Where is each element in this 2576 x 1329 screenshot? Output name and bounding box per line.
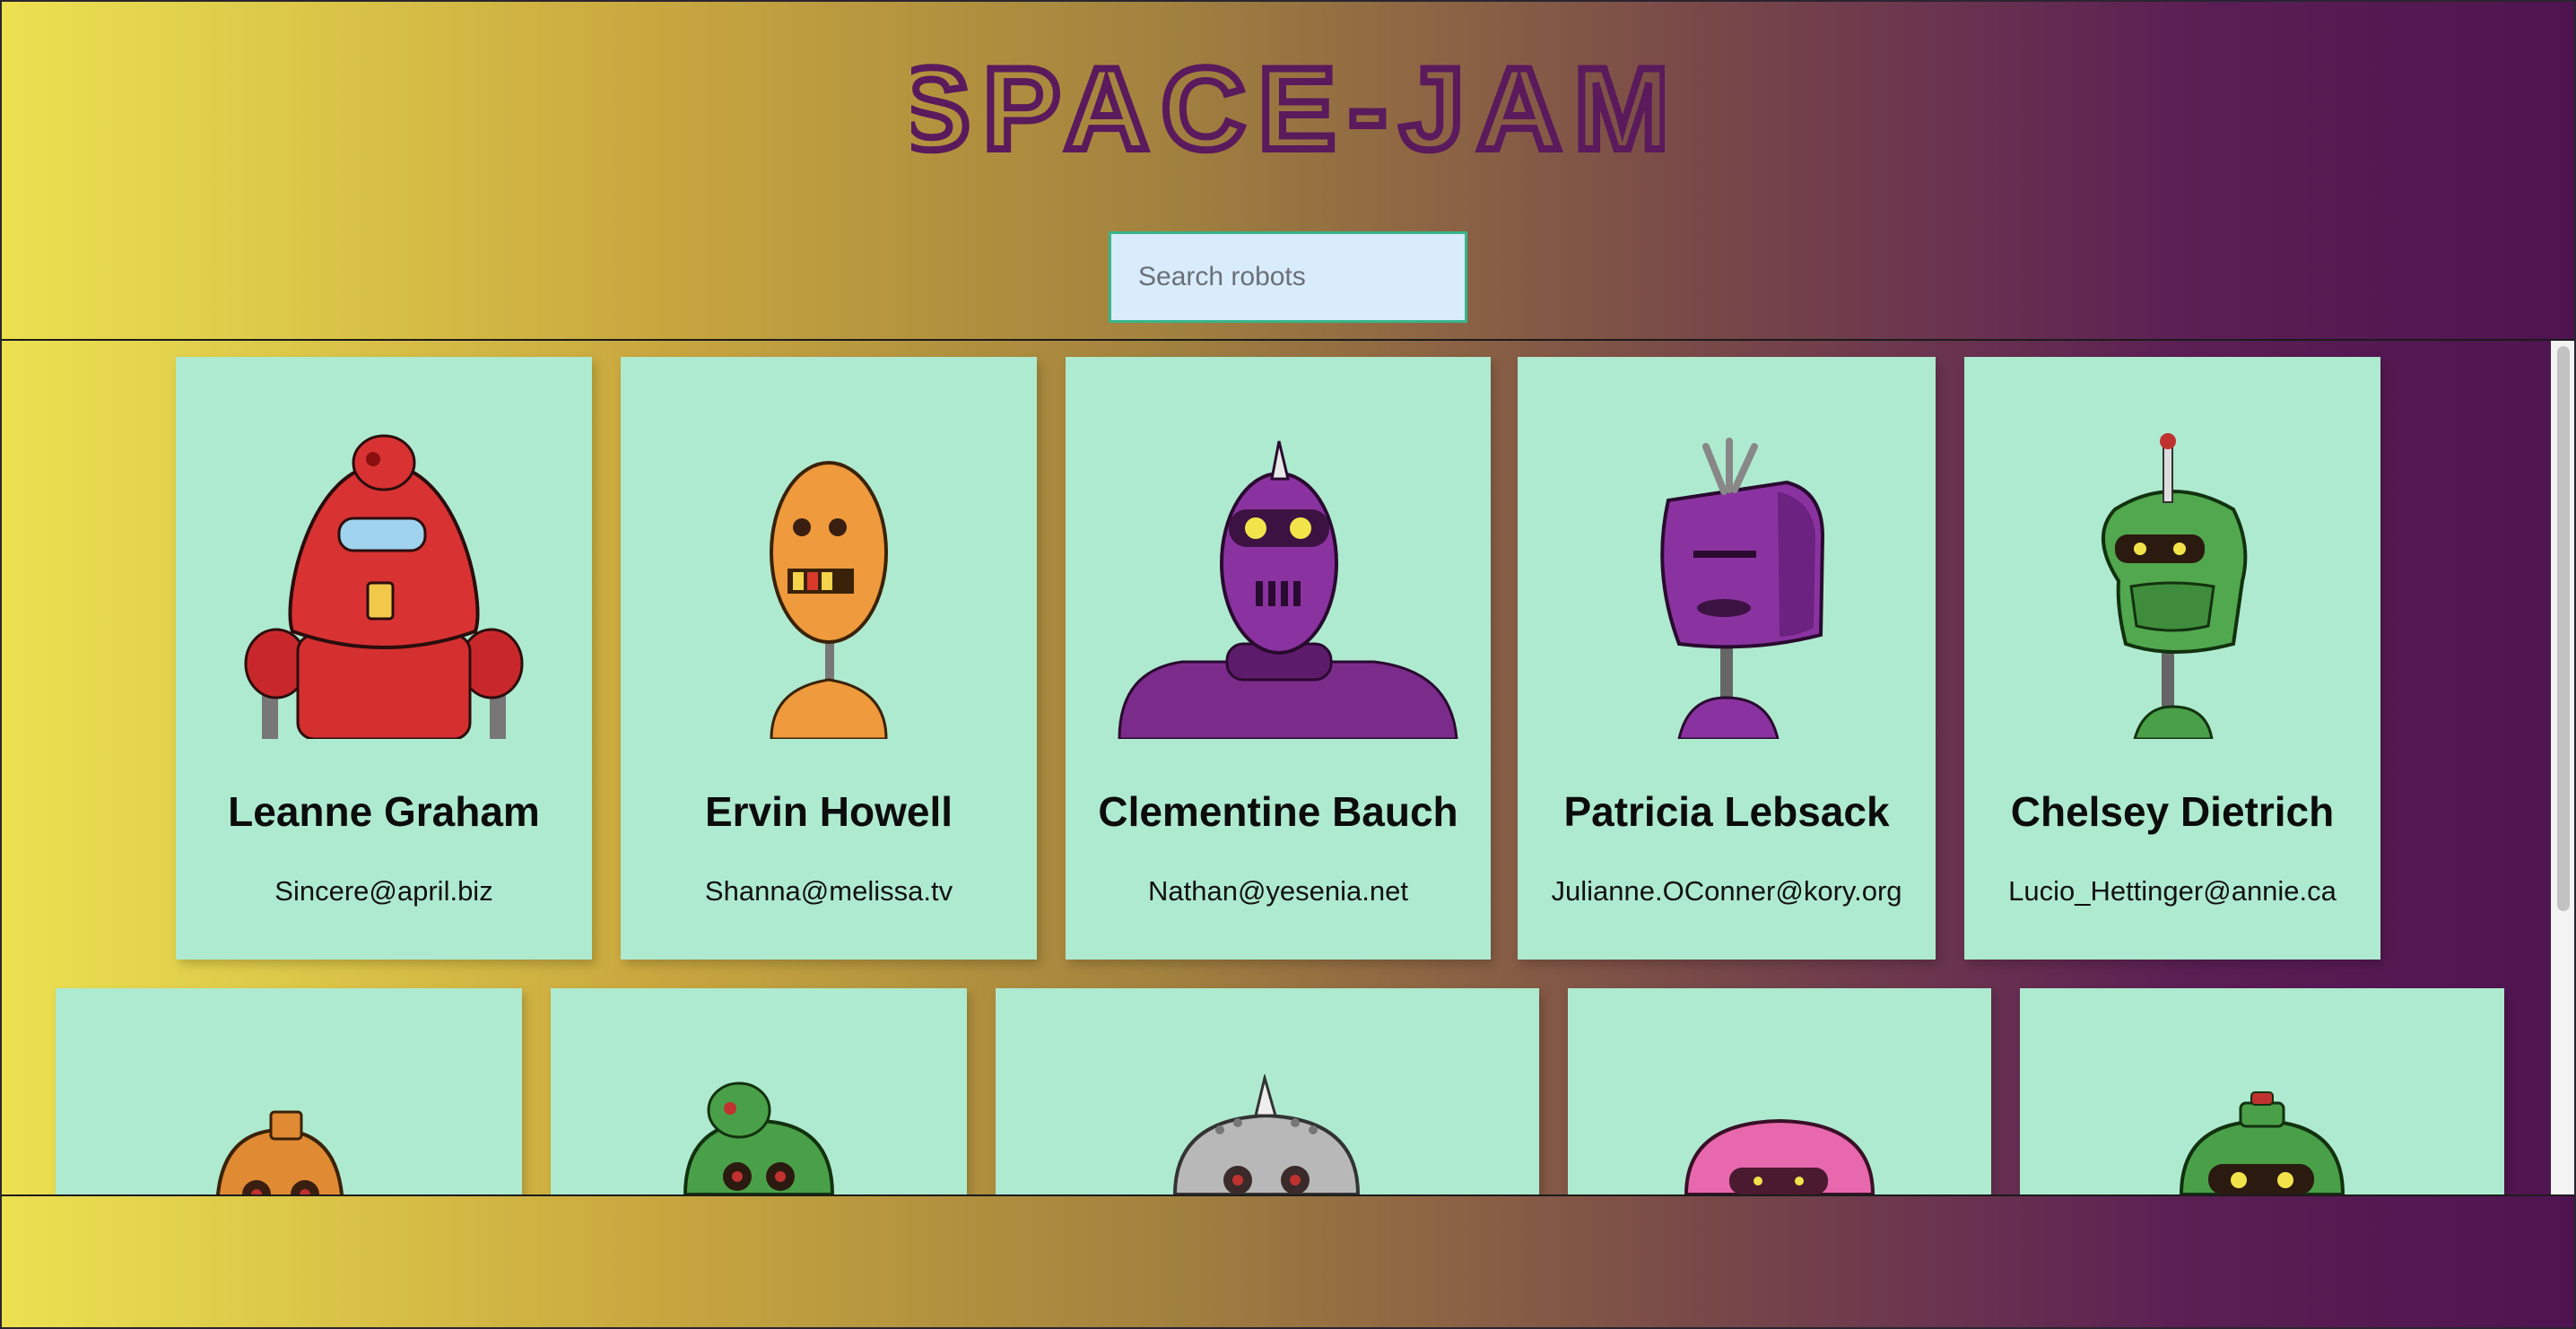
robot-image-green bbox=[2102, 433, 2248, 739]
robot-name: Clementine Bauch bbox=[1098, 788, 1458, 835]
robot-name: Chelsey Dietrich bbox=[2010, 788, 2335, 835]
robot-image-purple-2 bbox=[1660, 438, 1825, 739]
robot-image-orange-2 bbox=[216, 1110, 344, 1194]
robot-list[interactable]: Leanne Graham Sincere@april.biz Ervin Ho… bbox=[2, 339, 2574, 1196]
robot-email: Sincere@april.biz bbox=[274, 875, 493, 907]
robot-card[interactable]: Ervin Howell Shanna@melissa.tv bbox=[621, 357, 1037, 960]
robot-image-gray bbox=[1172, 1074, 1361, 1194]
robot-image-orange bbox=[770, 461, 888, 739]
robot-card[interactable]: Clementine Bauch Nathan@yesenia.net bbox=[1066, 357, 1491, 960]
robot-email: Nathan@yesenia.net bbox=[1148, 875, 1408, 907]
app-title-inline-stroke: SPACE-JAM bbox=[911, 48, 1665, 165]
robot-image-pink bbox=[1684, 1118, 1875, 1194]
robot-card[interactable] bbox=[2020, 988, 2504, 1194]
robot-image-purple bbox=[1118, 440, 1458, 739]
robot-card[interactable] bbox=[56, 988, 522, 1194]
scrollbar[interactable] bbox=[2551, 341, 2574, 1194]
robot-name: Ervin Howell bbox=[704, 788, 953, 835]
robot-name: Leanne Graham bbox=[228, 788, 540, 835]
scrollbar-thumb[interactable] bbox=[2557, 346, 2570, 911]
robot-card[interactable]: Patricia Lebsack Julianne.OConner@kory.o… bbox=[1518, 357, 1936, 960]
app-title: SPACE-JAM SPACE-JAM bbox=[911, 48, 1665, 165]
robot-name: Patricia Lebsack bbox=[1563, 788, 1890, 835]
robot-card[interactable]: Chelsey Dietrich Lucio_Hettinger@annie.c… bbox=[1964, 357, 2380, 960]
robot-email: Lucio_Hettinger@annie.ca bbox=[2008, 875, 2337, 907]
robot-card[interactable]: Leanne Graham Sincere@april.biz bbox=[176, 357, 592, 960]
robot-image-green-2 bbox=[683, 1081, 835, 1194]
robot-image-green-3 bbox=[2179, 1091, 2345, 1194]
robot-email: Shanna@melissa.tv bbox=[704, 875, 953, 907]
robot-card[interactable] bbox=[551, 988, 967, 1194]
robot-card[interactable] bbox=[996, 988, 1539, 1194]
search-input[interactable] bbox=[1109, 231, 1467, 323]
page: SPACE-JAM SPACE-JAM Leanne Graham Sincer bbox=[2, 2, 2574, 1327]
robot-email: Julianne.OConner@kory.org bbox=[1551, 875, 1902, 907]
app-header: SPACE-JAM SPACE-JAM bbox=[2, 48, 2574, 169]
robot-card[interactable] bbox=[1568, 988, 1991, 1194]
robot-image-red bbox=[244, 434, 524, 739]
search-bar bbox=[2, 231, 2574, 323]
